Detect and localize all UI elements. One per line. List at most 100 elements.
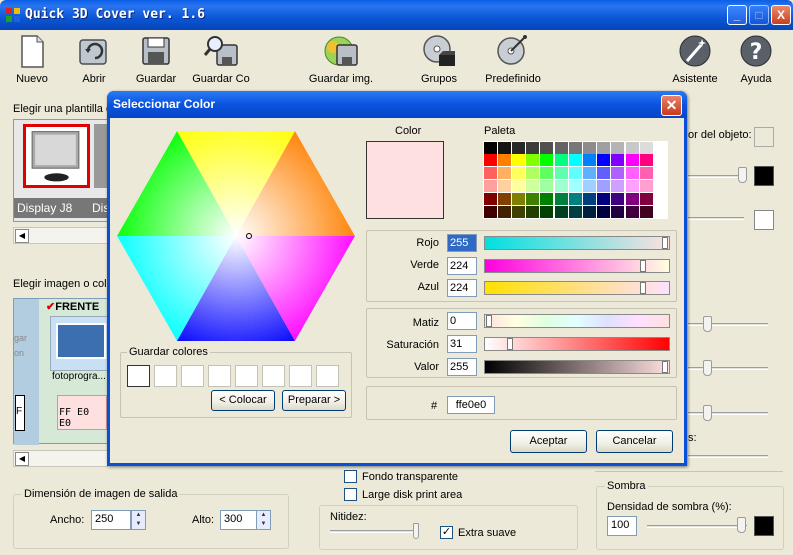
palette-swatch[interactable]: [511, 141, 525, 154]
alto-spinner[interactable]: ▲ ▼: [256, 510, 271, 530]
palette-swatch[interactable]: [653, 141, 667, 154]
palette-swatch[interactable]: [483, 154, 497, 167]
palette-swatch[interactable]: [597, 167, 611, 180]
palette-swatch[interactable]: [639, 180, 653, 193]
palette-swatch[interactable]: [554, 141, 568, 154]
palette-swatch[interactable]: [568, 154, 582, 167]
palette-swatch[interactable]: [625, 206, 639, 218]
palette-swatch[interactable]: [540, 206, 554, 218]
palette-swatch[interactable]: [483, 180, 497, 193]
palette-swatch[interactable]: [582, 180, 596, 193]
fondo-transparente-checkbox[interactable]: [344, 470, 357, 483]
color-tile[interactable]: FF E0 E0: [57, 395, 107, 430]
verde-bar[interactable]: [484, 259, 670, 273]
groups-button[interactable]: Grupos: [404, 30, 474, 90]
saturacion-input[interactable]: 31: [447, 335, 477, 353]
palette-swatch[interactable]: [526, 193, 540, 206]
palette-swatch[interactable]: [511, 167, 525, 180]
shadow-color-swatch[interactable]: [754, 516, 774, 536]
palette-swatch[interactable]: [625, 193, 639, 206]
palette-swatch[interactable]: [511, 193, 525, 206]
palette-swatch[interactable]: [582, 167, 596, 180]
palette-swatch[interactable]: [526, 206, 540, 218]
palette-swatch[interactable]: [582, 141, 596, 154]
palette-swatch[interactable]: [511, 206, 525, 218]
open-button[interactable]: Abrir: [59, 30, 129, 90]
palette-swatch[interactable]: [540, 167, 554, 180]
save-as-button[interactable]: Guardar Co: [186, 30, 256, 90]
black-swatch-1[interactable]: [754, 166, 774, 186]
palette-swatch[interactable]: [611, 206, 625, 218]
palette-swatch[interactable]: [554, 180, 568, 193]
palette-swatch[interactable]: [511, 180, 525, 193]
scroll-left-icon-2[interactable]: ◀: [15, 452, 29, 466]
palette-swatch[interactable]: [582, 193, 596, 206]
predefined-button[interactable]: Predefinido: [478, 30, 548, 90]
palette-swatch[interactable]: [554, 167, 568, 180]
palette-swatch[interactable]: [511, 154, 525, 167]
object-color-swatch[interactable]: [754, 127, 774, 147]
save-button[interactable]: Guardar: [121, 30, 191, 90]
palette-swatch[interactable]: [568, 180, 582, 193]
palette-swatch[interactable]: [497, 180, 511, 193]
ancho-spinner[interactable]: ▲ ▼: [131, 510, 146, 530]
palette-swatch[interactable]: [611, 154, 625, 167]
palette-swatch[interactable]: [639, 206, 653, 218]
nitidez-slider[interactable]: [413, 523, 419, 539]
image-scrollbar[interactable]: ◀: [13, 450, 108, 467]
right-slider-4[interactable]: [703, 405, 712, 421]
palette-swatch[interactable]: [483, 167, 497, 180]
azul-input[interactable]: 224: [447, 279, 477, 297]
ancho-input[interactable]: 250: [91, 510, 131, 530]
colocar-button[interactable]: < Colocar: [211, 390, 275, 411]
palette-swatch[interactable]: [582, 206, 596, 218]
help-button[interactable]: ? Ayuda: [721, 30, 791, 90]
maximize-button[interactable]: □: [749, 5, 769, 25]
palette-swatch[interactable]: [554, 154, 568, 167]
color-hexagon[interactable]: [113, 128, 359, 344]
saved-color-3[interactable]: [181, 365, 204, 387]
densidad-input[interactable]: 100: [607, 516, 637, 536]
palette-swatch[interactable]: [611, 141, 625, 154]
right-slider-1[interactable]: [738, 167, 747, 183]
white-swatch[interactable]: [754, 210, 774, 230]
hex-input[interactable]: ffe0e0: [447, 396, 495, 414]
save-image-button[interactable]: Guardar img.: [306, 30, 376, 90]
densidad-slider[interactable]: [737, 517, 746, 533]
saved-color-2[interactable]: [154, 365, 177, 387]
palette-swatch[interactable]: [497, 193, 511, 206]
cancelar-button[interactable]: Cancelar: [596, 430, 673, 453]
extra-suave-checkbox[interactable]: ✓: [440, 526, 453, 539]
palette-swatch[interactable]: [483, 206, 497, 218]
saved-color-8[interactable]: [316, 365, 339, 387]
azul-bar[interactable]: [484, 281, 670, 295]
palette-swatch[interactable]: [554, 206, 568, 218]
palette-swatch[interactable]: [497, 154, 511, 167]
rojo-input[interactable]: 255: [447, 234, 477, 252]
palette-swatch[interactable]: [625, 167, 639, 180]
preparar-button[interactable]: Preparar >: [282, 390, 346, 411]
palette-swatch[interactable]: [639, 141, 653, 154]
palette-swatch[interactable]: [625, 154, 639, 167]
template-thumb-selected[interactable]: [23, 124, 90, 188]
dialog-close-icon[interactable]: ✕: [661, 95, 682, 116]
palette-swatch[interactable]: [568, 206, 582, 218]
palette-swatch[interactable]: [582, 154, 596, 167]
palette-swatch[interactable]: [597, 154, 611, 167]
verde-input[interactable]: 224: [447, 257, 477, 275]
matiz-bar[interactable]: [484, 314, 670, 328]
aceptar-button[interactable]: Aceptar: [510, 430, 587, 453]
foto-thumb[interactable]: [56, 323, 106, 359]
palette-swatch[interactable]: [540, 193, 554, 206]
palette-swatch[interactable]: [625, 180, 639, 193]
palette-swatch[interactable]: [526, 141, 540, 154]
palette-swatch[interactable]: [497, 167, 511, 180]
template-thumb-2[interactable]: [94, 124, 107, 188]
saved-color-5[interactable]: [235, 365, 258, 387]
palette-swatch[interactable]: [526, 167, 540, 180]
palette-swatch[interactable]: [597, 206, 611, 218]
palette-swatch[interactable]: [526, 154, 540, 167]
saved-color-6[interactable]: [262, 365, 285, 387]
palette-swatch[interactable]: [625, 141, 639, 154]
valor-input[interactable]: 255: [447, 358, 477, 376]
